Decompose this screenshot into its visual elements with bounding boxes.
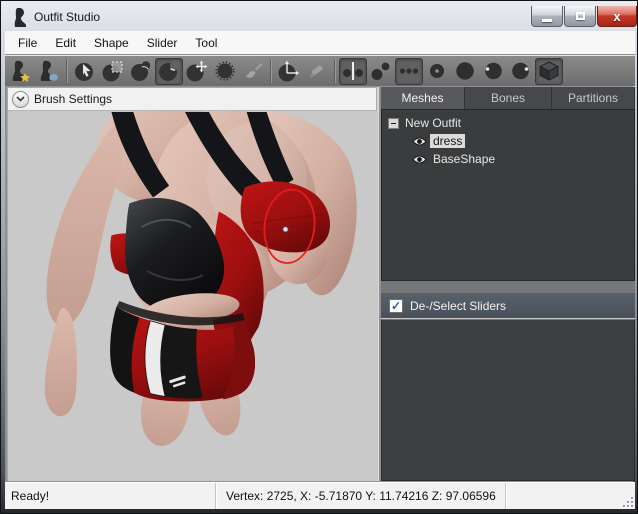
menu-bar: File Edit Shape Slider Tool (5, 31, 635, 55)
inflate-brush-icon (130, 60, 152, 82)
toolbar-separator (334, 59, 336, 83)
status-ready: Ready! (5, 483, 216, 509)
minimize-icon (542, 19, 552, 22)
brush-settings-label: Brush Settings (34, 92, 112, 106)
visibility-eye-icon[interactable] (412, 136, 427, 147)
x-mirror-button[interactable] (339, 58, 367, 85)
inflate-brush-button[interactable] (127, 58, 155, 85)
brush-option-4-button[interactable] (507, 58, 535, 85)
collapse-icon[interactable] (388, 118, 399, 129)
select-brush-icon (74, 60, 96, 82)
resize-grip[interactable] (621, 495, 633, 507)
viewport-3d[interactable] (7, 111, 377, 481)
weight-brush-button[interactable] (239, 58, 267, 85)
status-extra (506, 483, 635, 509)
viewport-area: Brush Settings (7, 87, 379, 481)
x-mirror-icon (342, 60, 364, 82)
tree-item-dress[interactable]: dress (382, 132, 634, 150)
visibility-eye-icon[interactable] (412, 154, 427, 165)
tab-partitions[interactable]: Partitions (552, 87, 635, 109)
smooth-brush-icon (214, 60, 236, 82)
toolbar (5, 55, 635, 86)
toolbar-separator (270, 59, 272, 83)
global-brush-icon (398, 60, 420, 82)
global-brush-button[interactable] (395, 58, 423, 85)
select-sliders-checkbox[interactable]: ✓ (389, 299, 403, 313)
connected-only-button[interactable] (367, 58, 395, 85)
brush-option-2-button[interactable] (451, 58, 479, 85)
status-vertex-info: Vertex: 2725, X: -5.71870 Y: 11.74216 Z:… (216, 483, 506, 509)
brush-option-1-button[interactable] (423, 58, 451, 85)
tree-item-baseshape[interactable]: BaseShape (382, 150, 634, 168)
model-render (8, 111, 378, 481)
tree-item-baseshape-label: BaseShape (430, 152, 498, 166)
maximize-icon (576, 12, 585, 20)
right-panel: Meshes Bones Partitions New Outfit dress (381, 87, 635, 481)
edit-pen-button[interactable] (303, 58, 331, 85)
menu-slider[interactable]: Slider (138, 33, 187, 53)
brush-option-4-icon (510, 60, 532, 82)
menu-tool[interactable]: Tool (186, 33, 226, 53)
connected-only-icon (370, 60, 392, 82)
toolbar-separator (66, 59, 68, 83)
brush-option-3-button[interactable] (479, 58, 507, 85)
sliders-header-label: De-/Select Sliders (410, 299, 506, 313)
sliders-list[interactable] (381, 320, 635, 481)
close-button[interactable]: x (597, 6, 637, 27)
menu-file[interactable]: File (9, 33, 46, 53)
tab-meshes[interactable]: Meshes (381, 87, 465, 109)
brush-hit-point (283, 227, 288, 232)
tab-bones[interactable]: Bones (465, 87, 552, 109)
smooth-brush-button[interactable] (211, 58, 239, 85)
status-bar: Ready! Vertex: 2725, X: -5.71870 Y: 11.7… (5, 482, 635, 509)
window-content: File Edit Shape Slider Tool (5, 31, 633, 507)
brush-option-3-icon (482, 60, 504, 82)
transform-tool-icon (278, 60, 300, 82)
mask-brush-icon (102, 60, 124, 82)
weight-brush-icon (242, 60, 264, 82)
new-project-icon (10, 60, 32, 82)
transform-tool-button[interactable] (275, 58, 303, 85)
close-icon: x (613, 9, 620, 24)
tree-item-dress-label[interactable]: dress (430, 134, 465, 148)
brush-option-2-icon (454, 60, 476, 82)
edit-pen-icon (306, 60, 328, 82)
title-bar[interactable]: Outfit Studio x (2, 2, 636, 31)
load-project-button[interactable] (35, 58, 63, 85)
maximize-button[interactable] (564, 6, 596, 27)
load-project-icon (38, 60, 60, 82)
brush-option-1-icon (426, 60, 448, 82)
tree-root-row[interactable]: New Outfit (382, 114, 634, 132)
menu-edit[interactable]: Edit (46, 33, 85, 53)
sliders-header: ✓ De-/Select Sliders (381, 293, 635, 319)
mask-brush-button[interactable] (99, 58, 127, 85)
show-textures-button[interactable] (535, 58, 563, 85)
app-window: Outfit Studio x File Edit Shape Slider T… (0, 0, 638, 514)
app-logo-icon (12, 8, 28, 27)
window-title: Outfit Studio (34, 10, 100, 24)
menu-shape[interactable]: Shape (85, 33, 138, 53)
minimize-button[interactable] (531, 6, 563, 27)
checkbox-check-icon: ✓ (391, 299, 401, 313)
panel-tabs: Meshes Bones Partitions (381, 87, 635, 109)
show-textures-cube-icon (538, 60, 560, 82)
tree-root-label: New Outfit (405, 116, 461, 130)
select-brush-button[interactable] (71, 58, 99, 85)
deflate-brush-button[interactable] (155, 58, 183, 85)
meshes-tree: New Outfit dress BaseShape (381, 109, 635, 281)
new-project-button[interactable] (7, 58, 35, 85)
deflate-brush-icon (158, 60, 180, 82)
move-brush-icon (186, 60, 208, 82)
chevron-down-icon (16, 96, 25, 102)
brush-settings-expand-button[interactable] (12, 91, 29, 108)
brush-settings-header[interactable]: Brush Settings (7, 87, 377, 111)
move-brush-button[interactable] (183, 58, 211, 85)
